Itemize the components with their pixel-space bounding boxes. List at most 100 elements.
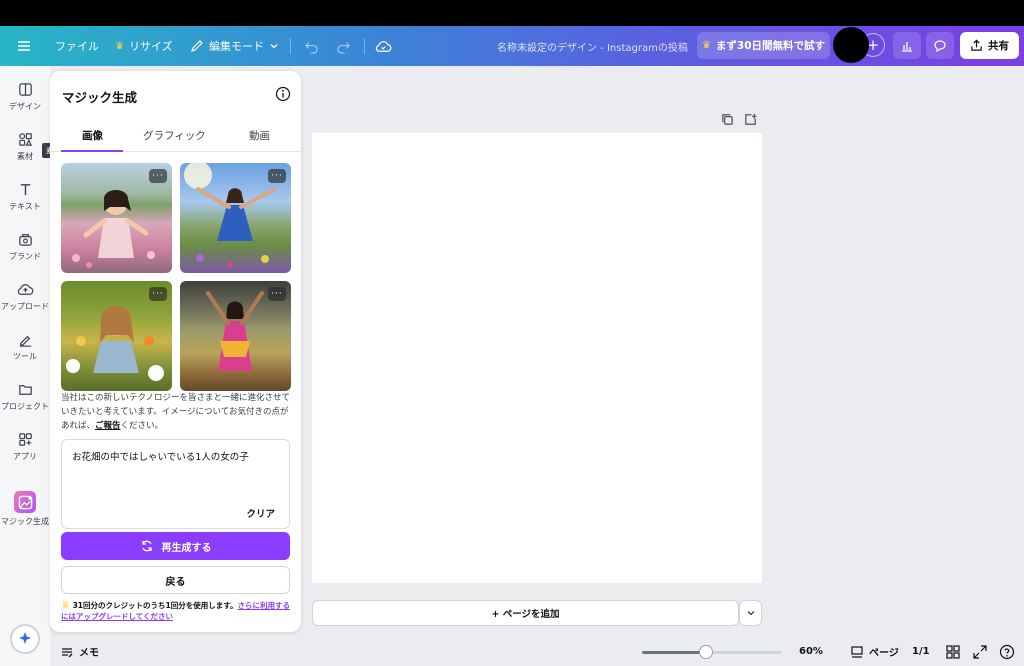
tab-image[interactable]: 画像 xyxy=(82,128,103,143)
bottom-bar: メモ 60% ページ 1/1 xyxy=(50,638,1024,666)
free-trial-label: まず30日間無料で試す xyxy=(715,40,826,52)
help-icon[interactable] xyxy=(999,644,1015,660)
add-page-icon[interactable] xyxy=(744,113,757,126)
apps-icon xyxy=(18,433,32,446)
sidebar-item-label: 素材 xyxy=(17,152,33,161)
more-options-button[interactable]: ··· xyxy=(268,287,286,301)
info-icon[interactable] xyxy=(275,86,291,102)
regenerate-button[interactable]: 再生成する xyxy=(61,532,290,560)
zoom-slider-fill xyxy=(642,651,707,654)
magic-assistant-button[interactable] xyxy=(10,624,40,654)
report-link[interactable]: ご報告 xyxy=(95,421,121,431)
sidebar-item-projects[interactable]: プロジェクト xyxy=(0,381,50,412)
cloud-saved-icon[interactable] xyxy=(375,26,392,66)
undo-icon[interactable] xyxy=(304,26,319,66)
sidebar-item-tools[interactable]: ツール xyxy=(0,331,50,362)
sidebar-item-label: アプリ xyxy=(13,452,37,461)
sparkle-icon xyxy=(19,632,31,644)
sidebar-item-label: デザイン xyxy=(9,102,41,111)
free-trial-button[interactable]: ♛ まず30日間無料で試す xyxy=(697,32,830,59)
prompt-text: お花畑の中ではしゃいでいる1人の女の子 xyxy=(72,452,249,463)
generated-image-4[interactable]: ··· xyxy=(180,281,291,391)
page-actions xyxy=(721,113,757,126)
duplicate-page-icon[interactable] xyxy=(721,113,734,126)
sidebar-item-label: ツール xyxy=(13,352,37,361)
more-options-button[interactable]: ··· xyxy=(268,169,286,183)
comments-button[interactable] xyxy=(926,32,954,59)
sidebar-item-uploads[interactable]: アップロード xyxy=(0,281,50,312)
redo-icon[interactable] xyxy=(336,26,351,66)
edit-mode-label: 編集モード xyxy=(209,40,264,53)
tab-graphic[interactable]: グラフィック xyxy=(143,128,206,143)
cloud-upload-icon xyxy=(17,284,33,295)
folder-icon xyxy=(18,385,32,395)
resize-button[interactable]: ♛ リサイズ xyxy=(115,26,173,66)
generated-image-3[interactable]: ··· xyxy=(61,281,172,391)
pages-icon xyxy=(851,645,863,658)
notes-label: メモ xyxy=(79,648,99,659)
notice-text-end: ください。 xyxy=(120,421,164,431)
bar-chart-icon xyxy=(902,41,912,52)
regenerate-label: 再生成する xyxy=(161,542,212,554)
sidebar-item-label: ブランド xyxy=(9,252,41,261)
generated-image-2[interactable]: ··· xyxy=(180,163,291,273)
brand-icon xyxy=(18,234,32,246)
top-black-bar xyxy=(0,0,1024,26)
more-options-button[interactable]: ··· xyxy=(149,169,167,183)
layout-icon xyxy=(18,83,32,96)
more-options-button[interactable]: ··· xyxy=(149,287,167,301)
media-tabs: 画像 グラフィック 動画 xyxy=(50,128,301,152)
sidebar-item-magic-media[interactable]: マジック生成 xyxy=(0,491,50,527)
credit-text: 31回分のクレジットのうち1回分を使用します。 xyxy=(72,601,238,610)
insights-button[interactable] xyxy=(893,32,921,59)
sidebar-item-design[interactable]: デザイン xyxy=(0,81,50,112)
chevron-down-icon xyxy=(747,611,754,616)
menu-icon[interactable] xyxy=(16,26,32,66)
crown-icon: ♛ xyxy=(61,600,70,611)
draw-icon xyxy=(19,335,31,347)
toolbar-divider xyxy=(364,38,365,54)
fullscreen-icon[interactable] xyxy=(972,644,988,660)
generated-image-1[interactable]: ··· xyxy=(61,163,172,273)
avatar[interactable] xyxy=(833,27,869,63)
pencil-icon xyxy=(191,40,203,52)
share-label: 共有 xyxy=(988,40,1009,52)
resize-label: リサイズ xyxy=(128,40,173,53)
design-title[interactable]: 名称未設定のデザイン - Instagramの投稿 xyxy=(497,26,688,66)
add-page-button[interactable]: + ページを追加 xyxy=(312,600,739,626)
grid-view-icon[interactable] xyxy=(945,644,961,660)
sidebar-item-apps[interactable]: アプリ xyxy=(0,431,50,462)
tab-video[interactable]: 動画 xyxy=(249,128,270,143)
share-button[interactable]: 共有 xyxy=(960,32,1019,59)
sidebar-item-label: マジック生成 xyxy=(1,517,49,526)
sidebar-item-label: テキスト xyxy=(9,202,41,211)
zoom-slider[interactable] xyxy=(642,645,782,659)
notes-button[interactable]: メモ xyxy=(60,644,99,659)
magic-media-icon xyxy=(14,491,36,513)
comment-icon xyxy=(934,39,946,52)
sidebar-item-label: アップロード xyxy=(1,302,49,311)
design-canvas[interactable] xyxy=(312,133,762,583)
clear-button[interactable]: クリア xyxy=(246,506,275,520)
toolbar-divider xyxy=(290,38,291,54)
shapes-icon xyxy=(18,133,32,146)
page-count: 1/1 xyxy=(912,646,930,657)
zoom-level[interactable]: 60% xyxy=(799,646,823,657)
feedback-notice: 当社はこの新しいテクノロジーを皆さまと一緒に進化させていきたいと考えています。イ… xyxy=(61,391,293,433)
sidebar-item-brand[interactable]: ブランド xyxy=(0,231,50,262)
file-menu-button[interactable]: ファイル xyxy=(55,26,99,66)
prompt-input[interactable]: お花畑の中ではしゃいでいる1人の女の子 クリア xyxy=(61,439,290,529)
pages-button[interactable]: ページ xyxy=(850,644,899,659)
add-page-dropdown[interactable] xyxy=(739,600,762,626)
credit-info: ♛ 31回分のクレジットのうち1回分を使用します。さらに利用するにはアップグレー… xyxy=(61,600,296,622)
sidebar-item-text[interactable]: テキスト xyxy=(0,181,50,212)
crown-icon: ♛ xyxy=(115,40,124,52)
edit-mode-button[interactable]: 編集モード xyxy=(190,26,279,66)
chevron-down-icon xyxy=(270,44,278,49)
panel-title: マジック生成 xyxy=(62,90,138,105)
notes-icon xyxy=(62,647,73,657)
file-label: ファイル xyxy=(55,40,99,53)
pages-label: ページ xyxy=(869,648,899,659)
back-button[interactable]: 戻る xyxy=(61,566,290,594)
zoom-slider-thumb[interactable] xyxy=(699,645,714,659)
